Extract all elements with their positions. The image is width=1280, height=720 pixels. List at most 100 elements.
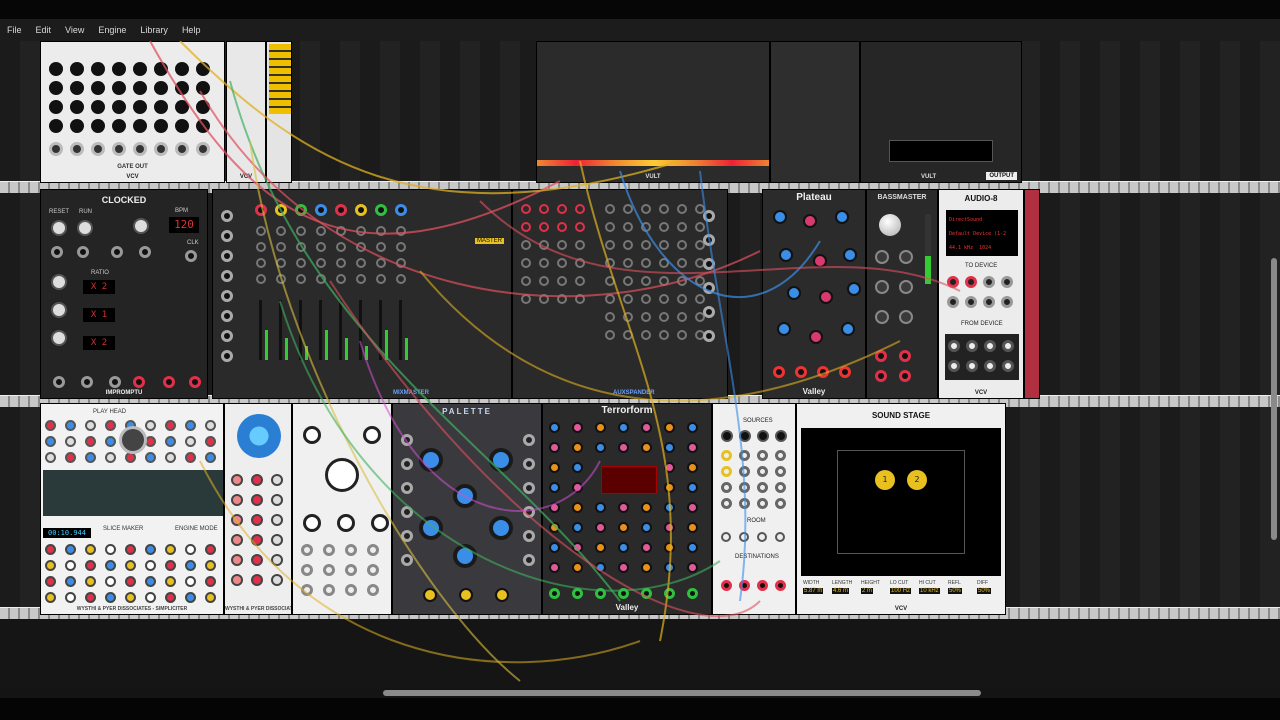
jack[interactable] bbox=[251, 474, 263, 486]
knob[interactable] bbox=[175, 119, 189, 133]
bass-knob[interactable] bbox=[875, 280, 889, 294]
bass-knob[interactable] bbox=[899, 250, 913, 264]
terror-knob[interactable] bbox=[641, 422, 652, 433]
reverb-jack[interactable] bbox=[795, 366, 807, 378]
aux-knob[interactable] bbox=[605, 240, 615, 250]
knob[interactable] bbox=[196, 100, 210, 114]
aux-knob[interactable] bbox=[695, 294, 705, 304]
aux-knob[interactable] bbox=[641, 330, 651, 340]
knob[interactable] bbox=[49, 100, 63, 114]
knob[interactable] bbox=[112, 81, 126, 95]
terror-knob[interactable] bbox=[572, 442, 583, 453]
aux-knob[interactable] bbox=[605, 294, 615, 304]
aux-knob[interactable] bbox=[521, 222, 531, 232]
menu-edit[interactable]: Edit bbox=[29, 25, 59, 35]
sampler-module[interactable]: WYSTHI & PYER DISSOCIATES bbox=[224, 403, 292, 615]
aux-jack[interactable] bbox=[703, 282, 715, 294]
jack[interactable] bbox=[45, 592, 56, 603]
palette-knob[interactable] bbox=[489, 516, 513, 540]
terror-knob[interactable] bbox=[618, 422, 629, 433]
bass-knob[interactable] bbox=[875, 250, 889, 264]
send-jack[interactable] bbox=[221, 250, 233, 262]
bass-jack[interactable] bbox=[875, 370, 887, 382]
channel-knob[interactable] bbox=[256, 274, 266, 284]
gate-jack[interactable] bbox=[133, 142, 147, 156]
knob[interactable] bbox=[154, 100, 168, 114]
aux-knob[interactable] bbox=[575, 294, 585, 304]
aux-knob[interactable] bbox=[575, 276, 585, 286]
output-jack[interactable] bbox=[947, 276, 959, 288]
aux-knob[interactable] bbox=[575, 222, 585, 232]
jack[interactable] bbox=[401, 506, 413, 518]
aux-knob[interactable] bbox=[659, 294, 669, 304]
gate-jack[interactable] bbox=[112, 142, 126, 156]
jack[interactable] bbox=[367, 544, 379, 556]
jack[interactable] bbox=[271, 514, 283, 526]
jack[interactable] bbox=[189, 376, 201, 388]
jack[interactable] bbox=[271, 574, 283, 586]
knob[interactable] bbox=[112, 100, 126, 114]
gate-jack[interactable] bbox=[91, 142, 105, 156]
jack[interactable] bbox=[51, 246, 63, 258]
jack[interactable] bbox=[301, 564, 313, 576]
jack[interactable] bbox=[323, 564, 335, 576]
terror-knob[interactable] bbox=[687, 442, 698, 453]
vult-modulation-module[interactable]: OUTPUT VULT bbox=[860, 41, 1022, 183]
channel-knob[interactable] bbox=[256, 226, 266, 236]
terror-knob[interactable] bbox=[572, 422, 583, 433]
aux-knob[interactable] bbox=[623, 258, 633, 268]
aux-knob[interactable] bbox=[539, 294, 549, 304]
waveform-display[interactable] bbox=[43, 470, 223, 516]
input-jack[interactable] bbox=[1002, 340, 1014, 352]
source-knob[interactable] bbox=[721, 430, 733, 442]
terror-knob[interactable] bbox=[549, 502, 560, 513]
jack[interactable] bbox=[401, 482, 413, 494]
terror-knob[interactable] bbox=[664, 542, 675, 553]
destination-jack[interactable] bbox=[739, 580, 750, 591]
knob[interactable] bbox=[70, 62, 84, 76]
sample-rate[interactable]: 44.1 kHz bbox=[949, 245, 973, 251]
reverb-knob[interactable] bbox=[819, 290, 833, 304]
knob[interactable] bbox=[85, 452, 96, 463]
knob[interactable] bbox=[423, 588, 437, 602]
jack[interactable] bbox=[301, 544, 313, 556]
aux-knob[interactable] bbox=[539, 276, 549, 286]
aux-knob[interactable] bbox=[539, 222, 549, 232]
terror-jack[interactable] bbox=[572, 588, 583, 599]
terror-knob[interactable] bbox=[687, 562, 698, 573]
send-jack[interactable] bbox=[221, 210, 233, 222]
jack[interactable] bbox=[721, 466, 732, 477]
jack[interactable] bbox=[133, 376, 145, 388]
aux-knob[interactable] bbox=[557, 240, 567, 250]
channel-knob[interactable] bbox=[336, 258, 346, 268]
jack[interactable] bbox=[163, 376, 175, 388]
room-knob[interactable] bbox=[721, 532, 731, 542]
input-jack[interactable] bbox=[966, 340, 978, 352]
terror-knob[interactable] bbox=[641, 522, 652, 533]
input-jack[interactable] bbox=[948, 360, 960, 372]
jack[interactable] bbox=[185, 576, 196, 587]
knob[interactable] bbox=[205, 420, 216, 431]
gate-jack[interactable] bbox=[196, 142, 210, 156]
jack[interactable] bbox=[401, 530, 413, 542]
jack[interactable] bbox=[231, 514, 243, 526]
knob[interactable] bbox=[49, 81, 63, 95]
channel-jack[interactable] bbox=[275, 204, 287, 216]
narrow-red-module[interactable] bbox=[1024, 189, 1040, 399]
jack[interactable] bbox=[125, 592, 136, 603]
knob[interactable] bbox=[45, 436, 56, 447]
knob[interactable] bbox=[459, 588, 473, 602]
jack[interactable] bbox=[165, 560, 176, 571]
terror-knob[interactable] bbox=[664, 422, 675, 433]
jack[interactable] bbox=[185, 544, 196, 555]
param-value-lo-cut[interactable]: 100 Hz bbox=[890, 588, 912, 594]
knob[interactable] bbox=[112, 62, 126, 76]
jack[interactable] bbox=[721, 482, 732, 493]
aux-knob[interactable] bbox=[677, 294, 687, 304]
jack[interactable] bbox=[775, 498, 786, 509]
channel-jack[interactable] bbox=[375, 204, 387, 216]
terror-knob[interactable] bbox=[549, 482, 560, 493]
input-jack[interactable] bbox=[984, 360, 996, 372]
jack[interactable] bbox=[523, 482, 535, 494]
channel-knob[interactable] bbox=[356, 242, 366, 252]
